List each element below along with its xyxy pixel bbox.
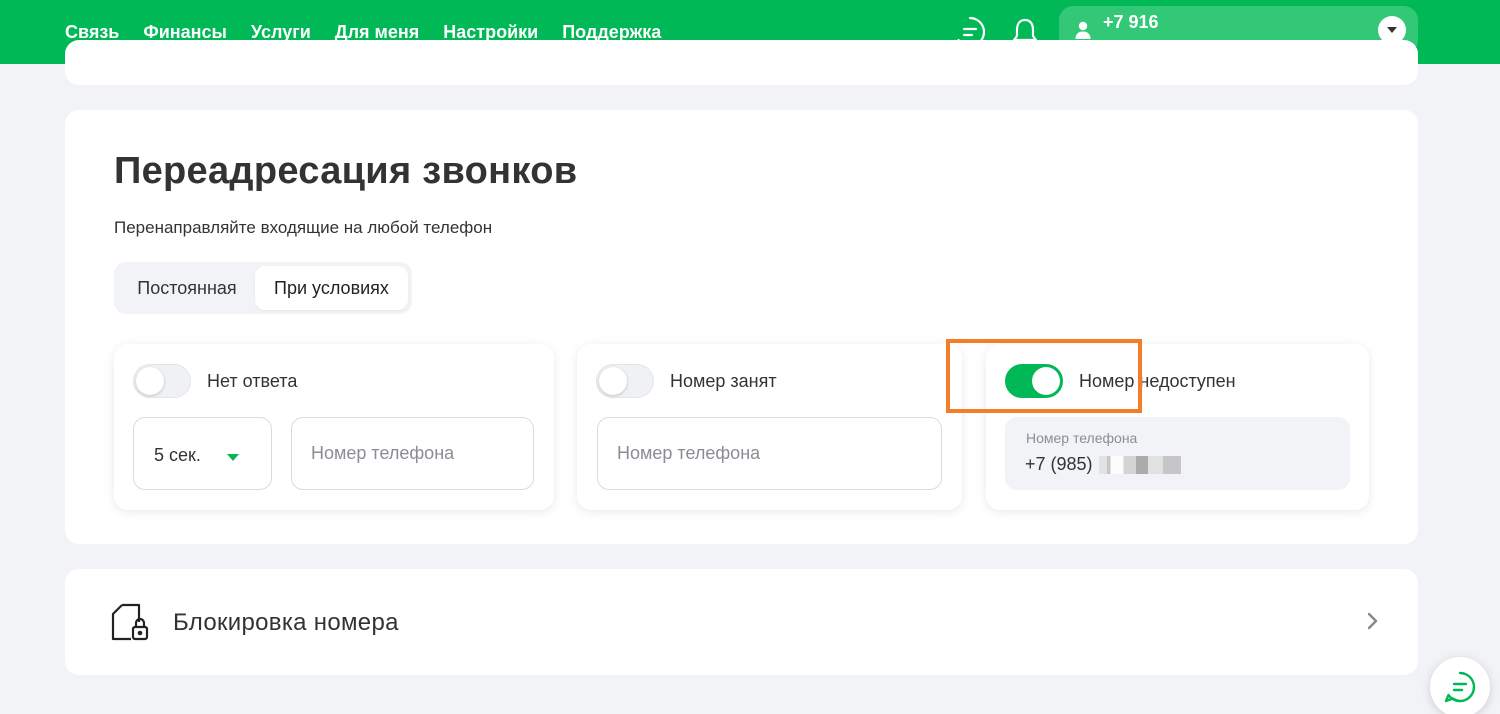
option-unavailable: Номер недоступен Номер телефона +7 (985) bbox=[986, 344, 1369, 510]
option-label: Номер недоступен bbox=[1079, 371, 1236, 391]
toggle-knob bbox=[136, 367, 164, 395]
previous-card bbox=[65, 40, 1418, 85]
chevron-right-icon bbox=[1367, 612, 1378, 630]
field-value: +7 (985) bbox=[1025, 454, 1181, 475]
page-title: Переадресация звонков bbox=[114, 150, 578, 192]
field-label: Номер телефона bbox=[1026, 430, 1138, 446]
tab-conditional[interactable]: При условиях bbox=[255, 266, 408, 310]
call-forwarding-card: Переадресация звонков Перенаправляйте вх… bbox=[65, 110, 1418, 544]
sim-lock-icon bbox=[111, 603, 149, 641]
tab-permanent[interactable]: Постоянная bbox=[120, 266, 254, 310]
profile-phone: +7 916 bbox=[1103, 12, 1159, 32]
toggle-knob bbox=[599, 367, 627, 395]
no-answer-toggle[interactable] bbox=[133, 364, 191, 398]
masked-digits bbox=[1098, 456, 1181, 475]
delay-value: 5 сек. bbox=[154, 445, 201, 465]
option-no-answer: Нет ответа 5 сек. bbox=[114, 344, 554, 510]
number-blocking-card[interactable]: Блокировка номера bbox=[65, 569, 1418, 675]
support-chat-button[interactable] bbox=[1430, 657, 1490, 714]
busy-toggle[interactable] bbox=[596, 364, 654, 398]
unavailable-phone-field[interactable]: Номер телефона +7 (985) bbox=[1005, 417, 1350, 490]
forwarding-mode-tabs: Постоянная При условиях bbox=[114, 262, 412, 314]
toggle-knob bbox=[1032, 367, 1060, 395]
phone-value: +7 (985) bbox=[1025, 454, 1093, 474]
unavailable-toggle[interactable] bbox=[1005, 364, 1063, 398]
delay-select[interactable]: 5 сек. bbox=[133, 417, 272, 490]
no-answer-phone-input[interactable] bbox=[291, 417, 534, 490]
option-busy: Номер занят bbox=[577, 344, 962, 510]
caret-down-icon bbox=[227, 454, 239, 461]
user-icon bbox=[1075, 21, 1091, 39]
page-subtitle: Перенаправляйте входящие на любой телефо… bbox=[114, 218, 493, 237]
option-label: Нет ответа bbox=[207, 371, 298, 391]
block-title: Блокировка номера bbox=[173, 609, 399, 636]
busy-phone-input[interactable] bbox=[597, 417, 942, 490]
chat-icon bbox=[1444, 671, 1476, 703]
option-label: Номер занят bbox=[670, 371, 777, 391]
